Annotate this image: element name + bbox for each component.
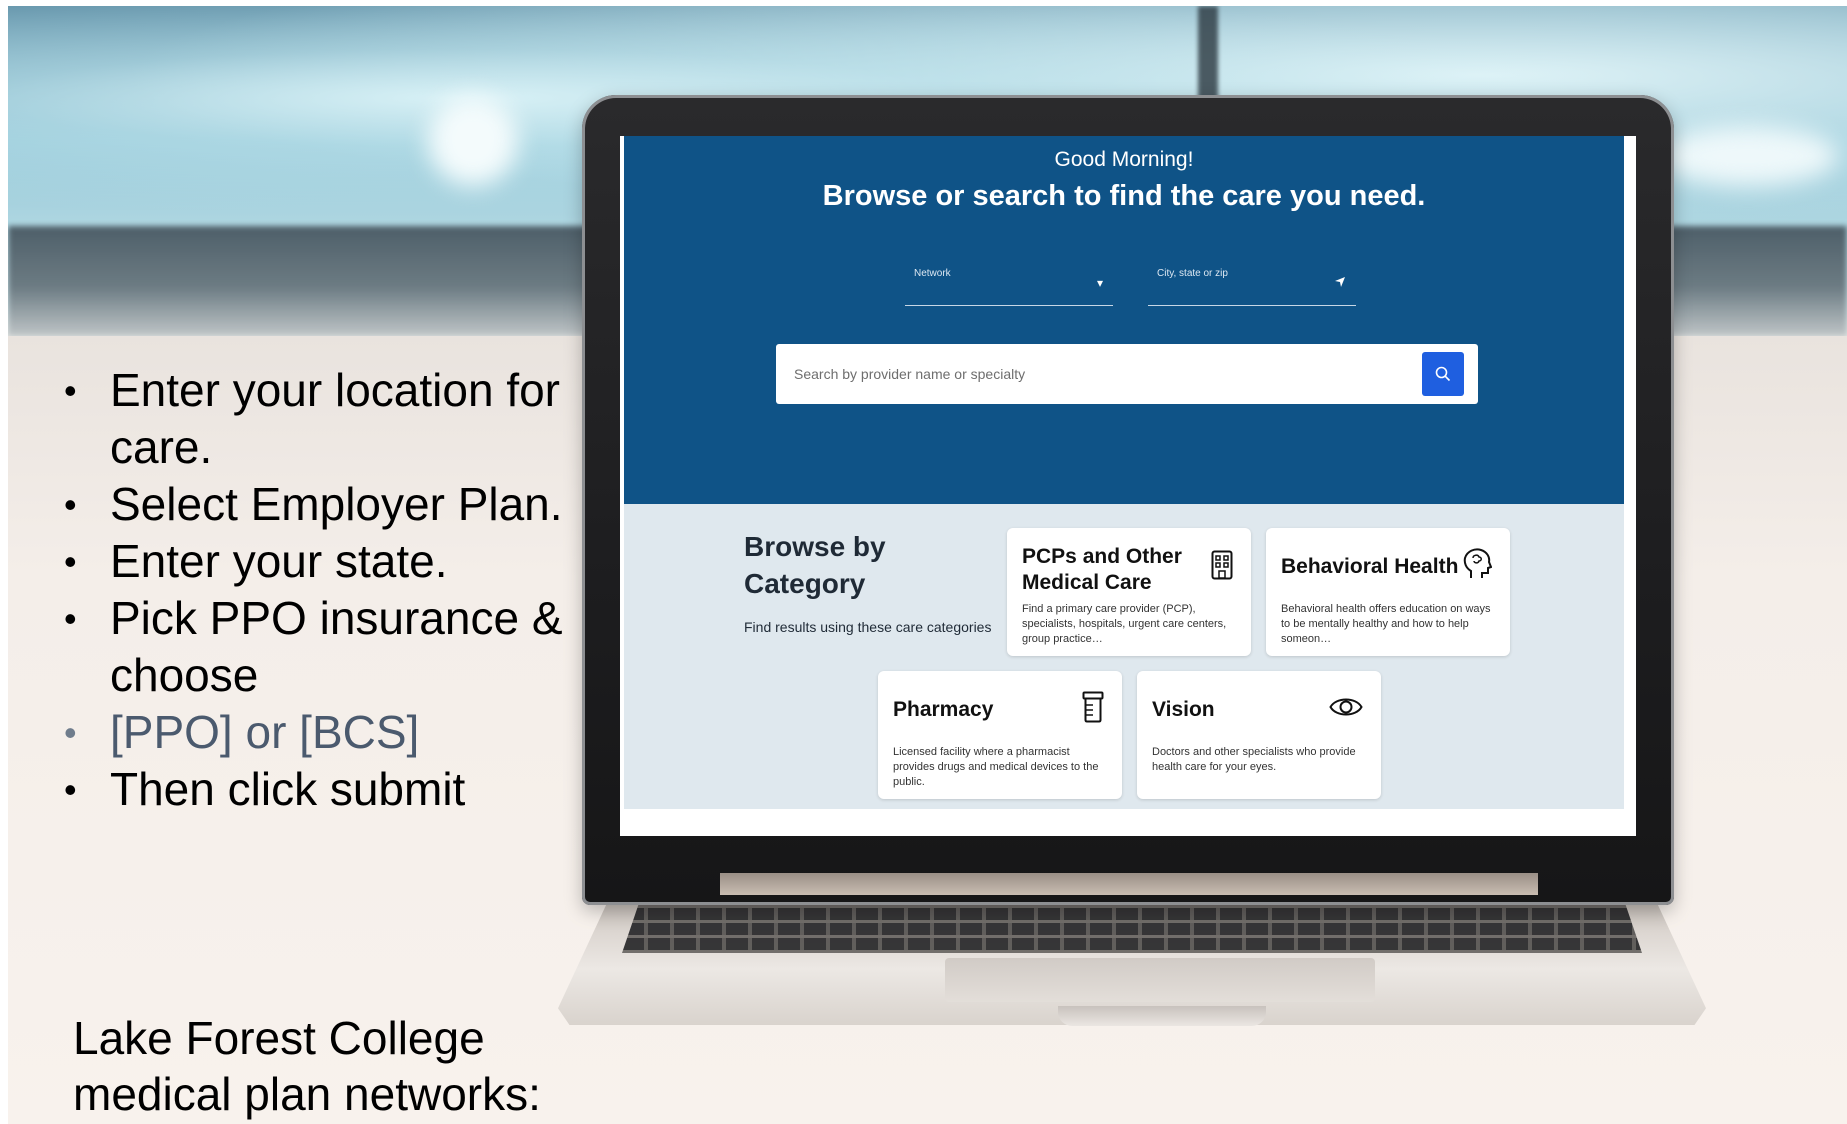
card-title: PCPs and Other Medical Care (1022, 545, 1182, 594)
instruction-item: Enter your state. (64, 533, 564, 590)
laptop-hinge (720, 873, 1538, 895)
category-card-pcps[interactable]: PCPs and Other Medical Care Find a prima… (1007, 528, 1251, 656)
card-title: Vision (1152, 698, 1215, 721)
instruction-list: Enter your location for care. Select Emp… (64, 362, 564, 818)
card-description: Find a primary care provider (PCP), spec… (1022, 603, 1227, 645)
search-icon (1435, 366, 1451, 382)
pill-bottle-icon (1082, 691, 1104, 723)
category-card-vision[interactable]: Vision Doctors and other specialists who… (1137, 671, 1381, 799)
search-button[interactable] (1422, 352, 1464, 396)
card-description: Doctors and other specialists who provid… (1152, 746, 1356, 773)
page-title: Browse or search to find the care you ne… (822, 180, 1426, 212)
search-hero: Good Morning! Browse or search to find t… (624, 136, 1624, 504)
search-bar (776, 344, 1478, 404)
network-select[interactable]: Network ▾ (905, 260, 1113, 306)
card-title: Behavioral Health (1281, 555, 1459, 578)
browse-title: Browse by Category (744, 531, 886, 599)
brain-head-icon (1463, 548, 1492, 578)
light-bokeh (428, 96, 518, 186)
network-caption: Lake Forest College medical plan network… (73, 1012, 541, 1120)
location-arrow-icon[interactable] (1334, 276, 1346, 291)
location-label: City, state or zip (1157, 268, 1228, 279)
browse-subtitle: Find results using these care categories (744, 619, 992, 635)
screen-bottom-edge (620, 809, 1636, 836)
network-label: Network (914, 268, 951, 279)
building-icon (1211, 550, 1233, 580)
card-description: Licensed facility where a pharmacist pro… (893, 746, 1099, 788)
search-input[interactable] (794, 361, 1394, 387)
laptop-notch (1058, 1006, 1266, 1026)
browse-section: Browse by Category Find results using th… (624, 504, 1624, 809)
eye-icon (1329, 698, 1363, 716)
laptop-screen: Good Morning! Browse or search to find t… (620, 136, 1636, 836)
caret-down-icon: ▾ (1096, 276, 1103, 290)
category-card-pharmacy[interactable]: Pharmacy Licensed facility where a pharm… (878, 671, 1122, 799)
greeting: Good Morning! (1054, 148, 1194, 171)
instruction-item: Select Employer Plan. (64, 476, 564, 533)
instruction-item: [PPO] or [BCS] (64, 704, 564, 761)
card-title: Pharmacy (893, 698, 994, 721)
light-bokeh (1658, 126, 1838, 186)
card-description: Behavioral health offers education on wa… (1281, 603, 1491, 645)
instruction-item: Then click submit (64, 761, 564, 818)
instruction-item: Pick PPO insurance & choose (64, 590, 564, 704)
category-card-behavioral-health[interactable]: Behavioral Health Behavioral health offe… (1266, 528, 1510, 656)
location-field[interactable]: City, state or zip (1148, 260, 1356, 306)
laptop-trackpad (945, 958, 1375, 1002)
instruction-item: Enter your location for care. (64, 362, 564, 476)
